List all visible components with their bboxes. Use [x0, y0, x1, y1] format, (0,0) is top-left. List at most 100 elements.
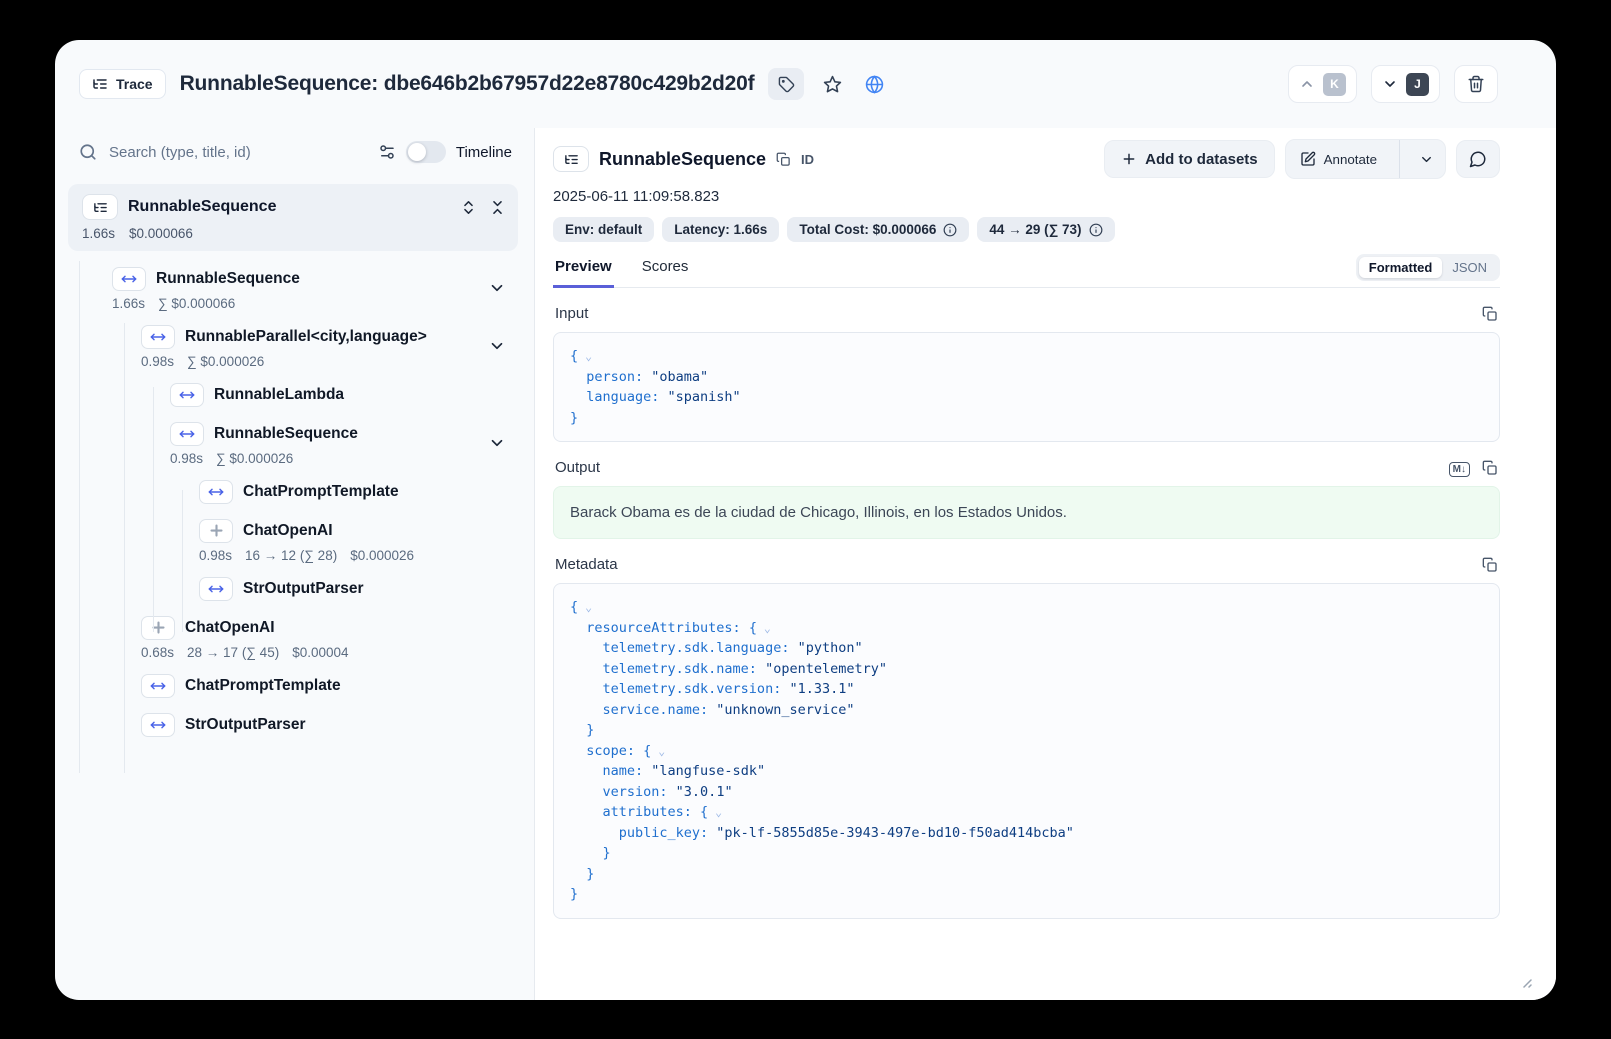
metric-badge: Env: default — [553, 217, 654, 242]
metric-badge: Total Cost: $0.000066 — [787, 217, 969, 242]
chevrons-down-up-icon — [489, 199, 506, 216]
chevron-down-icon[interactable] — [488, 279, 506, 297]
annotate-dropdown-button[interactable] — [1408, 140, 1445, 178]
timeline-toggle[interactable] — [406, 141, 446, 163]
tree-guide — [182, 490, 183, 632]
sliders-icon — [378, 143, 396, 161]
span-icon — [112, 267, 146, 291]
tree-node-metrics: 0.68s28 → 17 (∑ 45)$0.00004 — [141, 645, 349, 660]
tree-node-title: RunnableSequence — [214, 425, 358, 443]
format-toggle-formatted[interactable]: Formatted — [1359, 257, 1443, 278]
chevron-up-icon — [1299, 76, 1315, 92]
nav-next-button[interactable]: J — [1371, 65, 1440, 103]
format-toggle: Formatted JSON — [1356, 254, 1500, 281]
tree-node[interactable]: ChatPromptTemplate — [68, 666, 518, 705]
tree-node-metrics: 0.98s16 → 12 (∑ 28)$0.000026 — [199, 548, 414, 563]
info-icon[interactable] — [943, 223, 957, 237]
collapse-all-button[interactable] — [489, 199, 506, 216]
root-node-title: RunnableSequence — [128, 198, 276, 216]
search-input[interactable] — [107, 143, 368, 162]
tags-button[interactable] — [768, 68, 804, 100]
chevron-down-icon[interactable] — [488, 434, 506, 452]
globe-icon — [865, 75, 884, 94]
copy-id-button[interactable] — [776, 152, 791, 167]
expand-all-button[interactable] — [460, 199, 477, 216]
chevron-down-icon — [1419, 152, 1434, 167]
info-icon[interactable] — [1089, 223, 1103, 237]
metric-badge: Latency: 1.66s — [662, 217, 779, 242]
detail-title: RunnableSequence — [599, 149, 766, 170]
nav-previous-button[interactable]: K — [1288, 65, 1357, 103]
tree-node[interactable]: RunnableSequence1.66s∑ $0.000066 — [68, 259, 518, 317]
span-icon — [170, 383, 204, 407]
span-icon — [141, 674, 175, 698]
public-share-globe-button[interactable] — [860, 68, 888, 100]
metric-badges-row: Env: default Latency: 1.66s Total Cost: $0… — [553, 217, 1500, 242]
root-cost: $0.000066 — [129, 226, 193, 241]
copy-output-button[interactable] — [1482, 460, 1498, 476]
detail-tabs: Preview Scores Formatted JSON — [553, 254, 1500, 288]
tree-node[interactable]: ChatPromptTemplate — [68, 472, 518, 511]
annotate-split-button: Annotate — [1285, 139, 1446, 179]
tag-icon — [778, 76, 795, 93]
annotate-button[interactable]: Annotate — [1286, 140, 1391, 178]
trace-tree-sidebar: Timeline RunnableSequence — [55, 128, 534, 1000]
copy-icon — [776, 152, 791, 167]
copy-input-button[interactable] — [1482, 306, 1498, 322]
root-duration: 1.66s — [82, 226, 115, 241]
markdown-icon: M↓ — [1449, 462, 1470, 477]
tree-node-metrics: 1.66s∑ $0.000066 — [112, 296, 300, 311]
span-icon — [170, 422, 204, 446]
tree-node[interactable]: StrOutputParser — [68, 705, 518, 744]
trace-tree: RunnableSequence1.66s∑ $0.000066Runnable… — [68, 259, 518, 744]
span-icon — [141, 325, 175, 349]
tree-node-title: ChatPromptTemplate — [185, 677, 341, 695]
edit-pencil-icon — [1300, 151, 1316, 167]
tab-scores[interactable]: Scores — [640, 258, 691, 288]
resize-handle[interactable] — [1518, 974, 1532, 988]
tab-preview[interactable]: Preview — [553, 258, 614, 288]
tree-node[interactable]: ChatOpenAI0.68s28 → 17 (∑ 45)$0.00004 — [68, 608, 518, 666]
keycap-j: J — [1406, 73, 1429, 96]
tree-node[interactable]: StrOutputParser — [68, 569, 518, 608]
metadata-json-viewer[interactable]: { ⌄ resourceAttributes: { ⌄ telemetry.sd… — [553, 583, 1500, 919]
generation-icon — [141, 616, 175, 640]
copy-metadata-button[interactable] — [1482, 557, 1498, 573]
trace-window: Trace RunnableSequence: dbe646b2b67957d2… — [55, 40, 1556, 1000]
page-title: RunnableSequence: dbe646b2b67957d22e8780… — [180, 72, 755, 96]
trace-timestamp: 2025-06-11 11:09:58.823 — [553, 188, 1500, 205]
trace-badge-label: Trace — [116, 76, 153, 92]
view-settings-button[interactable] — [378, 143, 396, 161]
bookmark-star-button[interactable] — [818, 68, 846, 100]
output-text: Barack Obama es de la ciudad de Chicago,… — [553, 486, 1500, 539]
tree-node-metrics: 0.98s∑ $0.000026 — [141, 354, 427, 369]
add-to-datasets-button[interactable]: Add to datasets — [1104, 140, 1275, 178]
tree-node[interactable]: RunnableParallel<city,language>0.98s∑ $0… — [68, 317, 518, 375]
tree-node[interactable]: RunnableLambda — [68, 375, 518, 414]
markdown-toggle-button[interactable]: M↓ — [1449, 460, 1470, 476]
span-icon — [199, 577, 233, 601]
input-json-viewer[interactable]: { ⌄ person: "obama" language: "spanish"} — [553, 332, 1500, 442]
delete-button[interactable] — [1454, 65, 1498, 103]
tree-node-title: RunnableLambda — [214, 386, 344, 404]
metadata-section-heading: Metadata — [555, 556, 618, 573]
comment-bubble-icon — [1469, 150, 1487, 168]
tree-node[interactable]: RunnableSequence 0.98s∑ $0.000026 — [68, 414, 518, 472]
chevron-down-icon[interactable] — [488, 337, 506, 355]
tree-node[interactable]: ChatOpenAI 0.98s16 → 12 (∑ 28)$0.000026 — [68, 511, 518, 569]
copy-icon — [1482, 460, 1498, 476]
tree-node-title: ChatOpenAI — [243, 522, 333, 540]
tree-node-metrics: 0.98s∑ $0.000026 — [170, 451, 358, 466]
trace-type-badge: Trace — [79, 69, 166, 99]
output-section-heading: Output — [555, 459, 600, 476]
trace-icon-badge — [553, 146, 589, 172]
trace-root-node[interactable]: RunnableSequence — [68, 184, 518, 251]
span-icon — [199, 480, 233, 504]
id-label: ID — [801, 152, 814, 167]
input-section-heading: Input — [555, 305, 588, 322]
comments-button[interactable] — [1456, 140, 1500, 178]
search-icon — [79, 143, 97, 161]
list-tree-icon — [92, 76, 108, 92]
keycap-k: K — [1323, 73, 1346, 96]
format-toggle-json[interactable]: JSON — [1442, 257, 1497, 278]
